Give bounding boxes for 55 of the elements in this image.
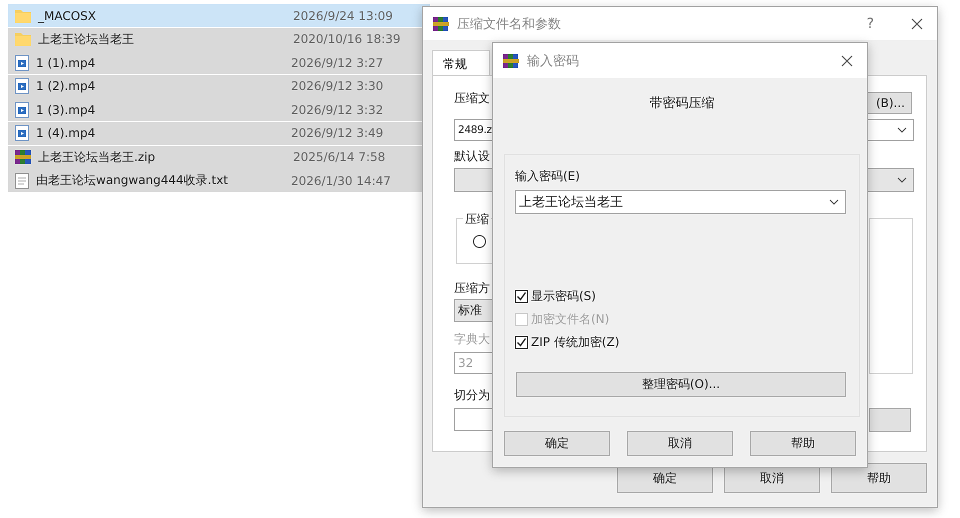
field-label: 压缩文: [454, 90, 490, 107]
file-name: 上老王论坛当老王: [38, 30, 135, 48]
field-label: 输入密码(E): [515, 168, 580, 185]
close-icon[interactable]: [841, 54, 853, 66]
checkbox-label: ZIP 传统加密(Z): [531, 334, 620, 351]
books-icon: [502, 52, 520, 70]
radio-button[interactable]: [473, 235, 486, 248]
window-title: 输入密码: [527, 52, 579, 70]
file-date: 2026/9/12 3:49: [291, 126, 384, 140]
password-combo[interactable]: 上老王论坛当老王: [515, 190, 846, 214]
dialog-button[interactable]: 取消: [627, 431, 733, 456]
video-file-icon: [15, 54, 29, 71]
help-button[interactable]: ?: [866, 16, 874, 32]
file-date: 2026/9/12 3:27: [291, 56, 384, 70]
checkbox[interactable]: [515, 336, 528, 349]
tab[interactable]: 常规: [432, 50, 490, 75]
file-date: 2026/9/24 13:09: [293, 8, 393, 22]
field-label: 字典大: [454, 331, 490, 348]
file-date: 2020/10/16 18:39: [293, 32, 401, 46]
text-file-icon: [15, 172, 29, 189]
video-file-icon: [15, 102, 29, 118]
file-date: 2025/6/14 7:58: [293, 150, 386, 164]
file-name: 1 (1).mp4: [36, 56, 96, 70]
checkbox-label: 显示密码(S): [531, 288, 596, 305]
dialog-heading: 带密码压缩: [648, 95, 716, 113]
video-file-icon: [15, 78, 29, 94]
checkbox[interactable]: [515, 290, 528, 303]
file-date: 2026/1/30 14:47: [291, 174, 391, 188]
dialog-button[interactable]: 帮助: [750, 431, 856, 456]
books-icon: [432, 14, 450, 32]
chevron-down-icon: [829, 199, 839, 205]
chevron-down-icon: [897, 177, 907, 183]
file-name: 上老王论坛当老王.zip: [38, 148, 156, 166]
file-name: 1 (2).mp4: [36, 79, 96, 94]
file-row[interactable]: _MACOSX 2026/9/24 13:09: [8, 4, 430, 27]
window-title: 压缩文件名和参数: [457, 16, 561, 32]
chevron-down-icon: [897, 127, 907, 133]
file-date: 2026/9/12 3:32: [291, 102, 384, 117]
organize-passwords-button[interactable]: 整理密码(O)...: [516, 372, 846, 397]
file-name: 1 (3).mp4: [36, 102, 96, 117]
checkbox-label: 加密文件名(N): [531, 311, 610, 328]
file-name: 1 (4).mp4: [36, 126, 96, 140]
dialog-button[interactable]: 确定: [504, 431, 610, 456]
field-label: 压缩方: [454, 280, 490, 297]
close-icon[interactable]: [911, 18, 923, 30]
field-label: 切分为: [454, 387, 490, 404]
folder-icon: [15, 8, 31, 22]
dialog-button[interactable]: 帮助: [831, 463, 927, 493]
folder-icon: [15, 32, 31, 46]
file-date: 2026/9/12 3:30: [291, 79, 384, 94]
books-icon: [15, 149, 31, 166]
file-name: 由老王论坛wangwang444收录.txt: [36, 172, 230, 190]
video-file-icon: [15, 125, 29, 142]
field-label: 默认设: [454, 148, 490, 165]
file-name: _MACOSX: [38, 8, 98, 22]
